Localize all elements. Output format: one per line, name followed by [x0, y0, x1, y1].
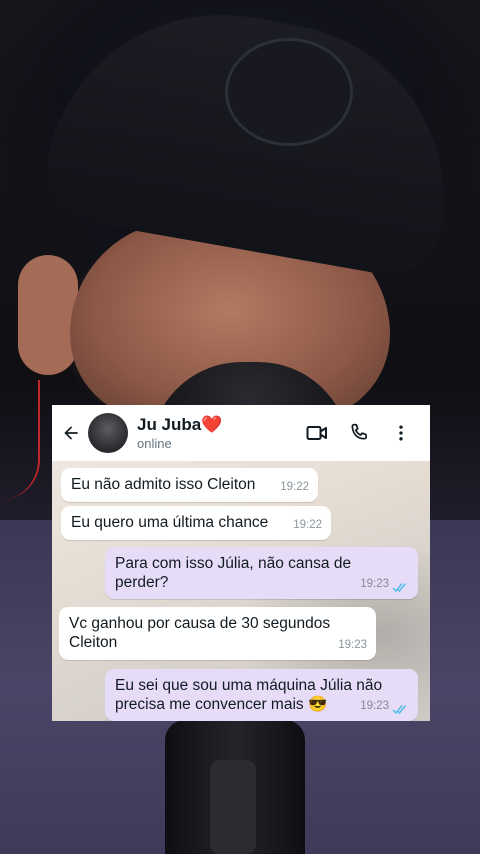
contact-avatar[interactable]	[88, 413, 128, 453]
more-vertical-icon	[399, 425, 403, 441]
contact-info[interactable]: Ju Juba❤️ online	[137, 415, 222, 452]
message-bubble-outgoing[interactable]: Para com isso Júlia, não cansa de perder…	[105, 547, 418, 599]
message-time: 19:23	[360, 578, 389, 590]
chat-window: Ju Juba❤️ online Eu não admito isso Clei…	[52, 405, 430, 721]
microphone-mount-ring	[210, 760, 256, 854]
video-camera-icon	[306, 426, 327, 440]
more-options-button[interactable]	[380, 412, 422, 454]
chat-header: Ju Juba❤️ online	[52, 405, 430, 461]
message-bubble-incoming[interactable]: Vc ganhou por causa de 30 segundos Cleit…	[59, 607, 376, 660]
message-text: Para com isso Júlia, não cansa de perder…	[115, 555, 352, 591]
message-text: Vc ganhou por causa de 30 segundos Cleit…	[69, 615, 331, 651]
contact-status: online	[137, 435, 172, 451]
header-actions	[296, 412, 422, 454]
person-ear	[18, 255, 78, 375]
double-check-icon	[392, 583, 407, 593]
message-text: Eu não admito isso Cleiton	[71, 476, 256, 493]
chat-messages: Eu não admito isso Cleiton 19:22 Eu quer…	[52, 461, 430, 721]
contact-name: Ju Juba❤️	[137, 415, 222, 435]
message-bubble-incoming[interactable]: Eu não admito isso Cleiton 19:22	[61, 468, 318, 502]
message-time: 19:23	[338, 639, 367, 651]
voice-call-button[interactable]	[338, 412, 380, 454]
heart-emoji: ❤️	[201, 414, 223, 434]
message-time: 19:23	[360, 700, 389, 712]
phone-icon	[351, 423, 368, 440]
arrow-left-icon	[64, 426, 78, 440]
video-call-button[interactable]	[296, 412, 338, 454]
message-text: Eu sei que sou uma máquina Júlia não pre…	[115, 677, 383, 713]
cap-patch-logo	[225, 38, 353, 146]
message-bubble-outgoing[interactable]: Eu sei que sou uma máquina Júlia não pre…	[105, 669, 418, 721]
message-bubble-incoming[interactable]: Eu quero uma última chance 19:22	[61, 506, 331, 540]
contact-name-text: Ju Juba	[137, 414, 202, 434]
message-time: 19:22	[280, 481, 309, 493]
double-check-icon	[392, 705, 407, 715]
message-text: Eu quero uma última chance	[71, 514, 269, 531]
message-time: 19:22	[293, 519, 322, 531]
back-button[interactable]	[54, 405, 88, 461]
